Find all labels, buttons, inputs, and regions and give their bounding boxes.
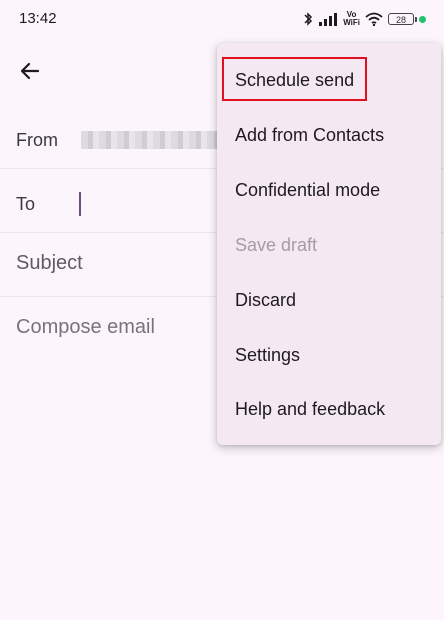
overflow-menu: Schedule send Add from Contacts Confiden… [217, 43, 441, 445]
status-bar: 13:42 Vo WiFi 28 [0, 0, 444, 38]
status-icons: Vo WiFi 28 [303, 9, 426, 29]
battery-icon: 28 [388, 13, 417, 25]
status-time: 13:42 [19, 10, 57, 27]
from-address-blurred[interactable] [81, 131, 231, 149]
arrow-back-icon [20, 62, 40, 80]
wifi-icon [365, 12, 383, 26]
menu-item-help-and-feedback[interactable]: Help and feedback [217, 382, 441, 436]
compose-body-input[interactable]: Compose email [16, 316, 155, 339]
privacy-indicator-icon [419, 15, 426, 23]
vowifi-indicator: Vo WiFi [343, 10, 360, 27]
bluetooth-icon [304, 12, 313, 26]
signal-icon [319, 13, 338, 26]
menu-item-confidential-mode[interactable]: Confidential mode [217, 163, 441, 217]
to-label: To [16, 194, 36, 214]
to-field-cursor[interactable] [79, 192, 81, 216]
subject-input[interactable]: Subject [16, 252, 83, 275]
menu-item-save-draft: Save draft [235, 234, 318, 255]
from-label: From [16, 130, 58, 150]
menu-item-settings[interactable]: Settings [217, 328, 441, 382]
menu-item-schedule-send[interactable]: Schedule send [217, 53, 441, 107]
menu-item-discard[interactable]: Discard [217, 273, 441, 327]
menu-item-add-from-contacts[interactable]: Add from Contacts [217, 108, 441, 162]
back-button[interactable] [14, 55, 46, 87]
